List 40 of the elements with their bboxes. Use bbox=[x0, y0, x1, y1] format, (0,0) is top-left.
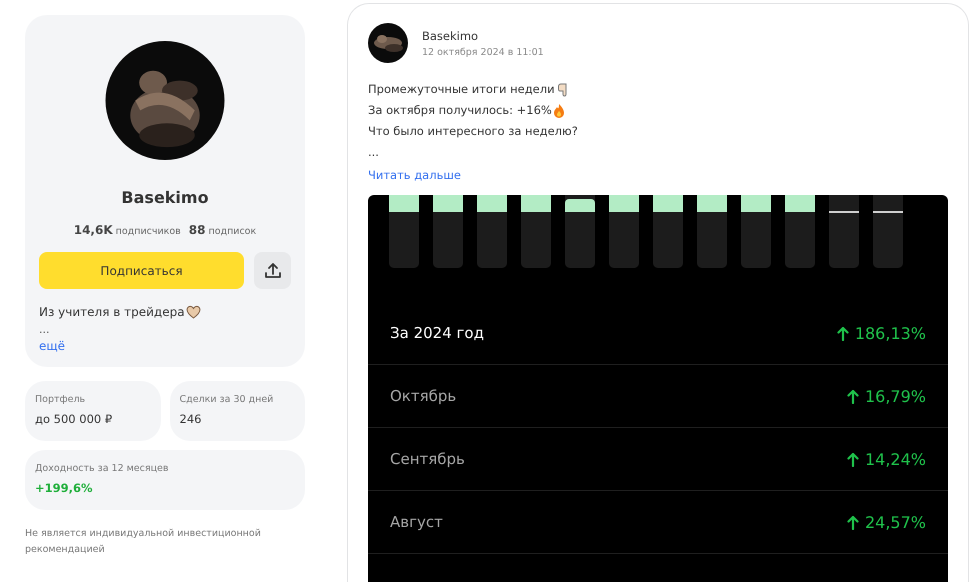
following-count: 88 bbox=[188, 223, 206, 237]
return-value: 16,79% bbox=[864, 386, 926, 406]
bio-text: Из учителя в трейдера bbox=[39, 305, 185, 319]
pointing-hand-icon bbox=[556, 82, 568, 97]
disclaimer-text: Не является индивидуальной инвестиционной рекомендацией bbox=[25, 527, 262, 557]
author-name[interactable]: Basekimo bbox=[422, 28, 544, 42]
stat-value: +199,6% bbox=[35, 481, 94, 495]
subscribe-button[interactable]: Подписаться bbox=[39, 252, 244, 289]
following-label: подписок bbox=[208, 226, 256, 237]
share-button[interactable] bbox=[254, 252, 291, 289]
stat-value: 246 bbox=[180, 412, 202, 426]
post-text: За октября получилось: +16% bbox=[368, 102, 552, 119]
read-more-link[interactable]: Читать дальше bbox=[368, 165, 461, 186]
post-text: ... bbox=[368, 144, 379, 161]
stat-value: до 500 000 ₽ bbox=[35, 412, 114, 426]
period-label: Октябрь bbox=[390, 387, 456, 405]
return-value: 24,57% bbox=[864, 512, 926, 532]
fire-icon bbox=[552, 103, 565, 118]
profile-name: Basekimo bbox=[121, 188, 209, 207]
stat-label: Доходность за 12 месяцев bbox=[35, 463, 170, 474]
period-label: За 2024 год bbox=[390, 324, 484, 342]
post-text: Что было интересного за неделю? bbox=[368, 123, 578, 140]
up-arrow-icon bbox=[836, 326, 849, 340]
heart-hands-icon bbox=[186, 305, 201, 319]
period-label: Август bbox=[390, 513, 443, 531]
followers-label: подписчиков bbox=[116, 226, 181, 237]
up-arrow-icon bbox=[846, 514, 859, 530]
followers-count: 14,6K bbox=[74, 223, 113, 237]
period-label: Сентябрь bbox=[390, 450, 465, 468]
stat-label: Портфель bbox=[35, 394, 86, 405]
return-value: 14,24% bbox=[864, 450, 926, 468]
more-link[interactable]: ещё bbox=[39, 339, 66, 353]
share-icon bbox=[264, 262, 282, 280]
up-arrow-icon bbox=[846, 388, 859, 404]
up-arrow-icon bbox=[846, 452, 859, 466]
return-value: 186,13% bbox=[854, 324, 926, 342]
post-date: 12 октября 2024 в 11:01 bbox=[422, 46, 544, 58]
stat-label: Сделки за 30 дней bbox=[180, 394, 274, 405]
bio-ellipsis: ... bbox=[39, 323, 50, 336]
post-text: Промежуточные итоги недели bbox=[368, 81, 555, 98]
